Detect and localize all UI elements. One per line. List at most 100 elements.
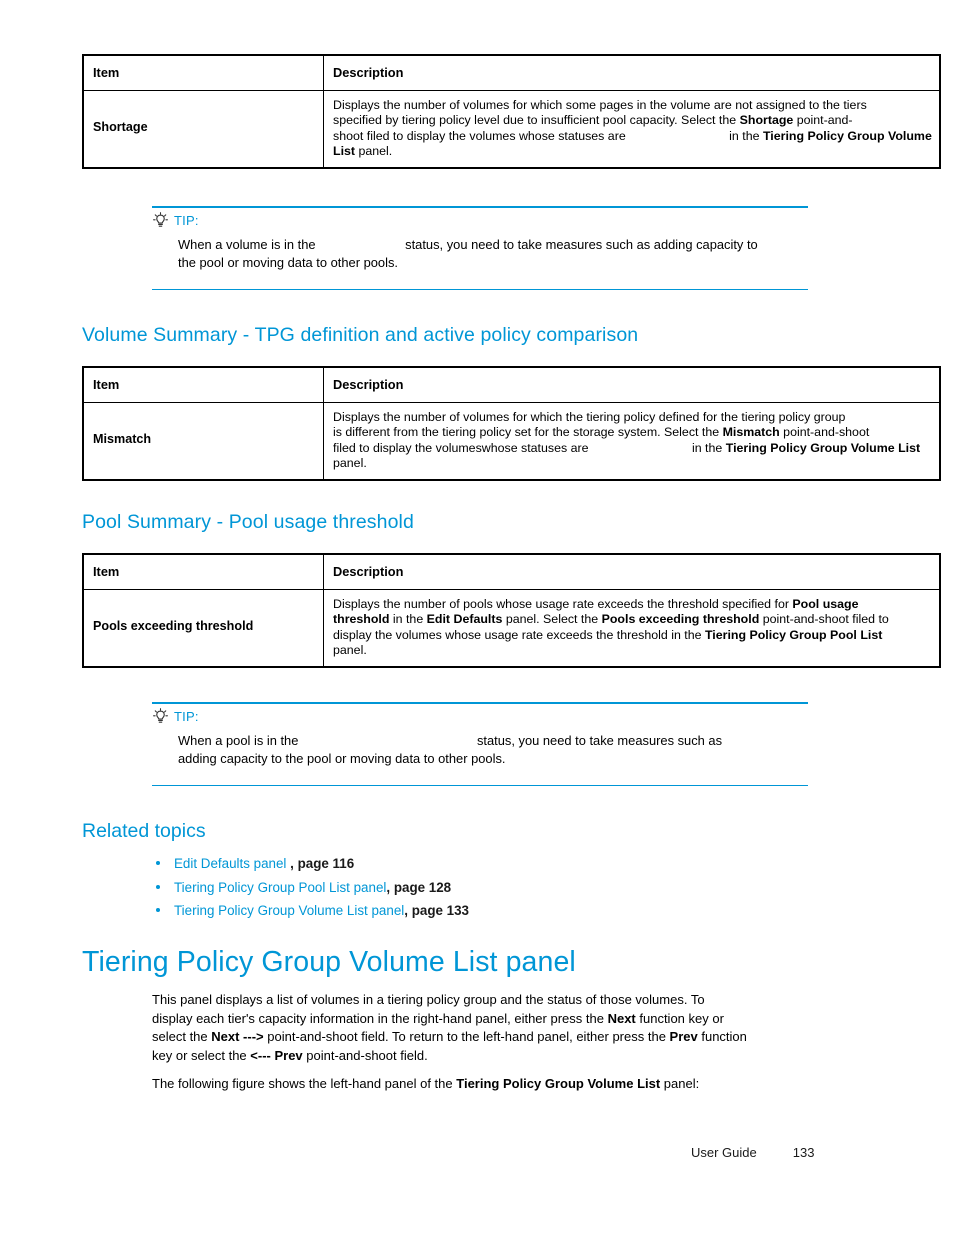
text: When a volume is in the bbox=[178, 236, 320, 252]
footer-page-number: 133 bbox=[792, 1145, 815, 1160]
bold-text: Pool usage bbox=[792, 596, 859, 611]
text: panel. bbox=[355, 144, 393, 159]
text: in the bbox=[389, 612, 427, 627]
table-header-description: Description bbox=[323, 553, 941, 590]
bold-text: Tiering Policy Group Volume bbox=[762, 128, 932, 143]
list-item[interactable]: Edit Defaults panel , page 116 bbox=[152, 852, 469, 876]
tip-body: When a pool is in the status, you need t… bbox=[178, 732, 808, 769]
table-cell-item: Pools exceeding threshold bbox=[82, 588, 324, 668]
related-topic-link[interactable]: Tiering Policy Group Pool List panel bbox=[174, 880, 386, 895]
tip-body: When a volume is in the status, you need… bbox=[178, 236, 808, 273]
text-line: select the Next ---> point-and-shoot fie… bbox=[152, 1028, 852, 1047]
bullet-icon bbox=[156, 884, 160, 889]
heading-pool-summary: Pool Summary - Pool usage threshold bbox=[82, 511, 414, 533]
bold-text: Pools exceeding threshold bbox=[601, 612, 760, 627]
text: is different from the tiering policy set… bbox=[333, 425, 723, 440]
text-line: key or select the <--- Prev point-and-sh… bbox=[152, 1047, 852, 1066]
table-header-row: Item Description bbox=[82, 54, 941, 91]
list-item[interactable]: Tiering Policy Group Volume List panel, … bbox=[152, 899, 469, 923]
tip-divider-top bbox=[152, 702, 808, 704]
tip-divider-bottom bbox=[152, 784, 808, 787]
page-title: Tiering Policy Group Volume List panel bbox=[82, 946, 576, 978]
text: point-and-shoot field. To return to the … bbox=[263, 1029, 670, 1044]
text: status, you need to take measures such a… bbox=[405, 236, 758, 252]
footer-guide-label: User Guide bbox=[691, 1145, 757, 1160]
text: panel. bbox=[333, 643, 367, 658]
text: in the bbox=[691, 440, 726, 455]
text: shoot filed to display the volumes whose… bbox=[333, 128, 630, 143]
text-line: shoot filed to display the volumes whose… bbox=[333, 128, 932, 145]
tip-divider-bottom bbox=[152, 288, 808, 291]
text: specified by tiering policy level due to… bbox=[333, 113, 740, 128]
text-line: The following figure shows the left-hand… bbox=[152, 1075, 852, 1094]
tip-header: TIP: bbox=[152, 708, 808, 726]
table-row: Mismatch Displays the number of volumes … bbox=[82, 401, 941, 481]
text-line: panel. bbox=[333, 643, 931, 659]
table-cell-description: Displays the number of volumes for which… bbox=[323, 401, 941, 481]
related-topic-page: , page 116 bbox=[290, 856, 355, 871]
table-cell-item: Mismatch bbox=[82, 401, 324, 481]
text: point-and-shoot field. bbox=[302, 1047, 428, 1063]
text-line: the pool or moving data to other pools. bbox=[178, 254, 808, 273]
table-header-item: Item bbox=[82, 366, 324, 403]
bold-text: Shortage bbox=[739, 113, 794, 128]
text: function key or bbox=[635, 1010, 724, 1026]
list-item[interactable]: Tiering Policy Group Pool List panel, pa… bbox=[152, 876, 469, 900]
bold-text: Mismatch bbox=[722, 425, 780, 440]
related-topic-link[interactable]: Edit Defaults panel bbox=[174, 856, 290, 871]
bold-text: threshold bbox=[333, 612, 390, 627]
tip-divider-top bbox=[152, 206, 808, 208]
table-row: Pools exceeding threshold Displays the n… bbox=[82, 588, 941, 668]
heading-related-topics: Related topics bbox=[82, 820, 206, 842]
text: adding capacity to the pool or moving da… bbox=[178, 751, 506, 767]
text-line: filed to display the volumeswhose status… bbox=[333, 441, 931, 457]
paragraph-panel-intro: This panel displays a list of volumes in… bbox=[152, 991, 852, 1065]
text: When a pool is in the bbox=[178, 732, 302, 748]
shortage-table: Item Description Shortage Displays the n… bbox=[82, 54, 941, 169]
text-line: List panel. bbox=[333, 144, 931, 160]
bold-text: List bbox=[333, 144, 356, 159]
table-row: Shortage Displays the number of volumes … bbox=[82, 89, 941, 169]
text: point-and- bbox=[793, 113, 853, 128]
text: display each tier's capacity information… bbox=[152, 1010, 608, 1026]
bold-text: Edit Defaults bbox=[426, 612, 503, 627]
text-line: specified by tiering policy level due to… bbox=[333, 113, 931, 129]
text: Displays the number of volumes for which… bbox=[333, 97, 867, 112]
volume-tip-box: TIP: When a volume is in the status, you… bbox=[152, 206, 808, 291]
text-line: Displays the number of volumes for which… bbox=[333, 410, 931, 426]
text: panel. Select the bbox=[502, 612, 602, 627]
bold-text: Next ---> bbox=[211, 1029, 264, 1044]
mismatch-table: Item Description Mismatch Displays the n… bbox=[82, 366, 941, 481]
text: point-and-shoot filed to bbox=[759, 612, 889, 627]
table-cell-description: Displays the number of pools whose usage… bbox=[323, 588, 941, 668]
lightbulb-icon bbox=[153, 708, 168, 723]
bold-text: Tiering Policy Group Pool List bbox=[704, 627, 883, 642]
tip-header: TIP: bbox=[152, 212, 808, 230]
related-topic-link[interactable]: Tiering Policy Group Volume List panel bbox=[174, 903, 404, 918]
heading-volume-summary: Volume Summary - TPG definition and acti… bbox=[82, 324, 639, 346]
text: The following figure shows the left-hand… bbox=[152, 1076, 457, 1091]
text: status, you need to take measures such a… bbox=[476, 732, 723, 748]
lightbulb-icon bbox=[153, 212, 168, 227]
text-line: adding capacity to the pool or moving da… bbox=[178, 750, 808, 769]
text-line: When a pool is in the status, you need t… bbox=[178, 732, 808, 751]
table-header-description: Description bbox=[323, 366, 941, 403]
related-topic-page: , page 128 bbox=[386, 879, 452, 895]
bold-text: Tiering Policy Group Volume List bbox=[725, 440, 921, 455]
text: in the bbox=[729, 128, 763, 143]
page-footer: User Guide 133 bbox=[691, 1145, 814, 1160]
pools-exceeding-threshold-table: Item Description Pools exceeding thresho… bbox=[82, 553, 941, 668]
text-line: Displays the number of volumes for which… bbox=[333, 98, 931, 114]
text-line: display the volumes whose usage rate exc… bbox=[333, 628, 931, 644]
tip-label: TIP: bbox=[174, 709, 199, 725]
bold-text: <--- Prev bbox=[250, 1047, 303, 1063]
text: key or select the bbox=[152, 1047, 251, 1063]
bold-text: Next bbox=[607, 1010, 636, 1026]
text-line: This panel displays a list of volumes in… bbox=[152, 991, 852, 1010]
table-header-description: Description bbox=[323, 54, 941, 91]
text: point-and-shoot bbox=[779, 425, 870, 440]
text: filed to display the volumeswhose status… bbox=[333, 440, 592, 455]
related-topics-list: Edit Defaults panel , page 116 Tiering P… bbox=[152, 852, 469, 923]
text: Displays the number of volumes for which… bbox=[333, 409, 846, 424]
text: the pool or moving data to other pools. bbox=[178, 255, 398, 271]
